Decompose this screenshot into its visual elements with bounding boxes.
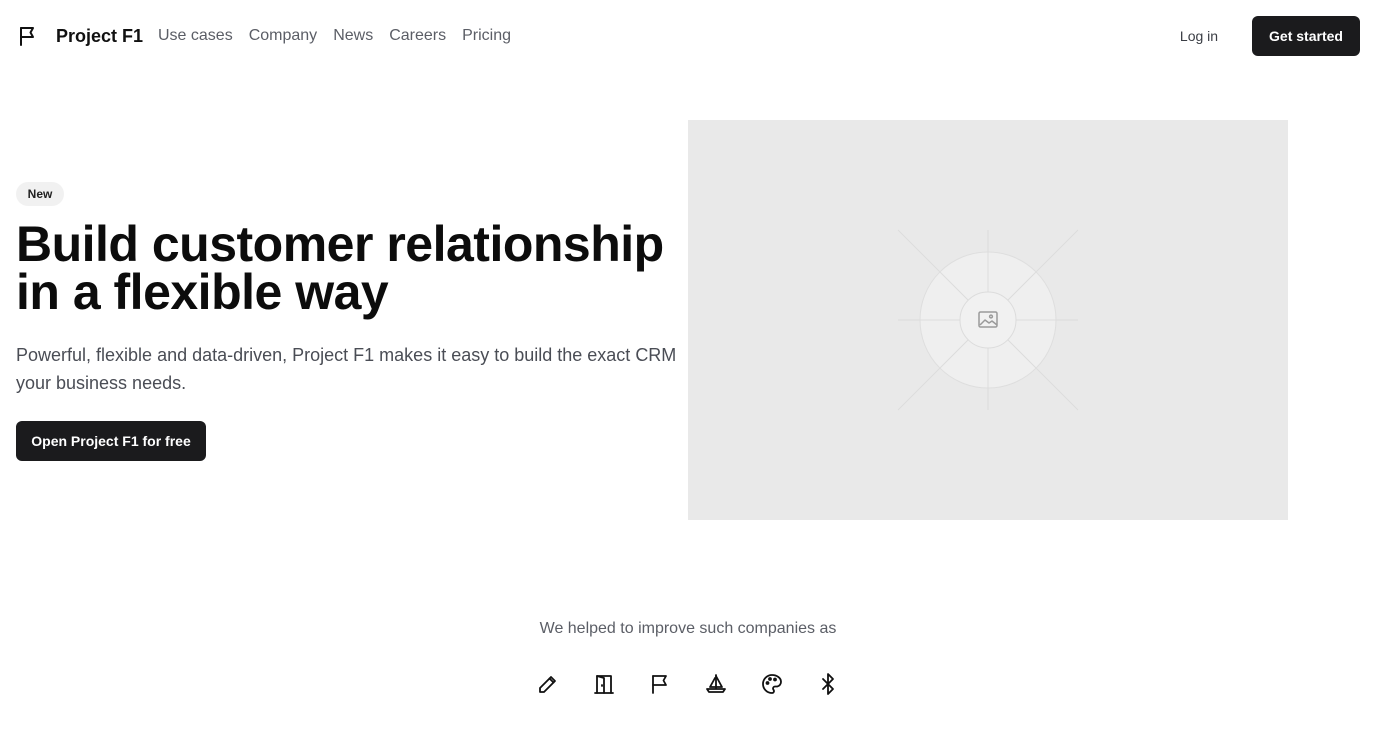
nav-link-use-cases[interactable]: Use cases — [158, 24, 233, 48]
nav-links: Use cases Company News Careers Pricing — [158, 24, 527, 48]
hero-description: Powerful, flexible and data-driven, Proj… — [16, 345, 677, 393]
login-button[interactable]: Log in — [1163, 16, 1235, 56]
flag-icon[interactable] — [16, 24, 40, 48]
palette-icon — [762, 674, 782, 694]
door-icon — [594, 675, 614, 694]
company-logos — [536, 672, 840, 696]
nav-link-company[interactable]: Company — [249, 24, 317, 48]
new-badge: New — [16, 182, 64, 206]
bluetooth-icon — [822, 673, 834, 695]
open-free-button[interactable]: Open Project F1 for free — [16, 421, 206, 461]
sailboat-icon — [706, 674, 726, 693]
companies-label: We helped to improve such companies as — [539, 620, 837, 637]
image-placeholder-icon — [897, 229, 1079, 411]
nav-link-news[interactable]: News — [333, 24, 373, 48]
nav-link-careers[interactable]: Careers — [389, 24, 446, 48]
brand-name[interactable]: Project F1 — [56, 24, 143, 48]
nav-link-pricing[interactable]: Pricing — [462, 24, 511, 48]
flag-icon — [652, 675, 667, 694]
hero-image-placeholder — [688, 120, 1288, 520]
top-navigation: Project F1 Use cases Company News Career… — [0, 0, 1376, 72]
get-started-button[interactable]: Get started — [1252, 16, 1360, 56]
hero-title: Build customer relationship in a flexibl… — [16, 216, 664, 320]
pencil-icon — [539, 676, 556, 693]
